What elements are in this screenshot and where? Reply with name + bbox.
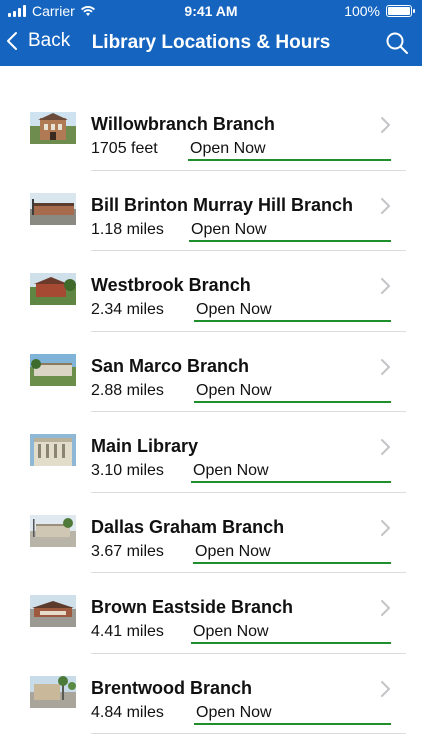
battery-percent: 100% — [344, 3, 380, 19]
list-item[interactable]: Bill Brinton Murray Hill Branch 1.18 mil… — [0, 171, 422, 251]
list-item[interactable]: Westbrook Branch 2.34 miles Open Now — [0, 251, 422, 332]
branch-distance: 3.67 miles — [91, 542, 164, 560]
branch-name: Bill Brinton Murray Hill Branch — [91, 194, 354, 215]
page-title: Library Locations & Hours — [91, 32, 331, 53]
branch-name: Willowbranch Branch — [91, 114, 275, 134]
chevron-right-icon — [381, 278, 390, 294]
branch-name: Westbrook Branch — [91, 275, 251, 295]
branch-distance: 4.41 miles — [91, 623, 164, 640]
list-item[interactable]: Dallas Graham Branch 3.67 miles Open Now — [0, 493, 422, 573]
battery-icon — [386, 5, 415, 17]
open-status: Open Now — [193, 543, 391, 564]
chevron-right-icon — [381, 439, 390, 455]
branch-name: Main Library — [91, 436, 199, 456]
chevron-right-icon — [381, 197, 390, 214]
branch-name: Brentwood Branch — [91, 677, 253, 698]
list-item[interactable]: San Marco Branch 2.88 miles Open Now — [0, 332, 422, 412]
branch-distance: 4.84 miles — [91, 703, 164, 721]
open-status: Open Now — [194, 301, 391, 322]
branch-distance: 2.34 miles — [91, 301, 164, 318]
chevron-right-icon — [381, 680, 390, 697]
branch-distance: 1.18 miles — [91, 220, 164, 238]
list-item[interactable]: Willowbranch Branch 1705 feet Open Now — [0, 90, 422, 171]
chevron-right-icon — [381, 358, 390, 375]
navigation-bar: Back Library Locations & Hours — [0, 22, 422, 66]
open-status: Open Now — [194, 382, 391, 403]
row-divider — [91, 733, 406, 734]
branch-photo — [30, 192, 76, 225]
list-item[interactable]: Brown Eastside Branch 4.41 miles Open No… — [0, 573, 422, 654]
open-status: Open Now — [194, 704, 391, 725]
open-status: Open Now — [191, 623, 391, 644]
chevron-right-icon — [381, 519, 390, 536]
status-bar: Carrier 9:41 AM 100% — [0, 0, 422, 22]
open-status: Open Now — [189, 221, 391, 242]
status-right: 100% — [344, 3, 415, 19]
branch-name: Brown Eastside Branch — [91, 597, 294, 617]
branch-name: San Marco Branch — [91, 355, 250, 376]
branch-photo — [30, 353, 76, 386]
list-item[interactable]: Main Library 3.10 miles Open Now — [0, 412, 422, 493]
locations-list: Willowbranch Branch 1705 feet Open Now B… — [0, 90, 422, 734]
branch-photo — [30, 434, 76, 466]
top-bar: Carrier 9:41 AM 100% Back Library Locati… — [0, 0, 422, 66]
search-icon[interactable] — [384, 30, 410, 56]
open-status: Open Now — [191, 462, 391, 483]
open-status: Open Now — [188, 140, 391, 161]
branch-photo — [30, 595, 76, 627]
branch-name: Dallas Graham Branch — [91, 516, 285, 537]
branch-photo — [30, 112, 76, 144]
list-item[interactable]: Brentwood Branch 4.84 miles Open Now — [0, 654, 422, 734]
branch-photo — [30, 514, 76, 547]
chevron-right-icon — [381, 117, 390, 133]
chevron-right-icon — [381, 600, 390, 616]
branch-distance: 2.88 miles — [91, 381, 164, 399]
branch-distance: 3.10 miles — [91, 462, 164, 479]
branch-photo — [30, 675, 76, 708]
branch-photo — [30, 273, 76, 305]
branch-distance: 1705 feet — [91, 140, 158, 157]
